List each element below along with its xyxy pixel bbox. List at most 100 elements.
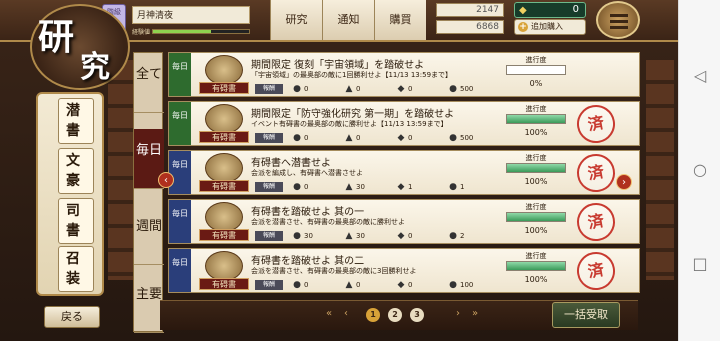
rice-reward-icon: ▲ — [345, 231, 353, 241]
reward-value: 30 — [304, 232, 313, 240]
mission-title: 有碍書へ潜書せよ — [251, 158, 331, 169]
tab-all[interactable]: 全て — [134, 53, 164, 113]
progress-bar — [506, 212, 566, 222]
tab-weekly[interactable]: 週間 — [134, 205, 164, 265]
progress-bar — [506, 114, 566, 124]
reward-value: 0 — [408, 134, 413, 142]
mission-list: 毎日 有碍書 期間限定 復刻「宇宙領域」を踏破せよ 「宇宙領域」の最奥部の敵に1回勝利… — [168, 52, 640, 298]
frequency-badge: 毎日 — [169, 151, 191, 194]
mission-row[interactable]: 毎日 有碍書 期間限定 復刻「宇宙領域」を踏破せよ 「宇宙領域」の最奥部の敵に1回勝利… — [168, 52, 640, 97]
first-page-icon[interactable]: « — [326, 308, 332, 319]
exp-fill — [153, 30, 211, 33]
last-page-icon[interactable]: » — [472, 308, 478, 319]
bookshelf-left — [108, 60, 136, 280]
side-char: 書 — [66, 223, 80, 239]
side-item-sensho[interactable]: 潜 書 — [58, 98, 94, 144]
bookshelf-right — [646, 60, 674, 280]
mission-title: 期間限定 復刻「宇宙領域」を踏破せよ — [251, 60, 425, 71]
reward-label: 報酬 — [255, 133, 283, 143]
nav-purchase[interactable]: 購買 — [374, 0, 426, 40]
ink-reward-icon: ● — [293, 182, 301, 192]
coin-value: 0 — [572, 4, 579, 15]
reward-label: 報酬 — [255, 280, 283, 290]
progress-fill — [507, 115, 565, 123]
collect-all-button[interactable]: 一括受取 — [552, 302, 620, 328]
nav-research[interactable]: 研究 — [270, 0, 322, 40]
progress-percent: 100% — [524, 177, 548, 186]
back-button[interactable]: 戻る — [44, 306, 100, 328]
reward-value: 30 — [356, 183, 365, 191]
progress-label: 進行度 — [525, 154, 547, 162]
side-char: 装 — [66, 271, 80, 287]
side-char: 潜 — [66, 103, 80, 119]
reward-label: 報酬 — [255, 84, 283, 94]
side-item-shisho[interactable]: 司 書 — [58, 198, 94, 244]
book-icon: 有碍書 — [199, 202, 249, 242]
coin-reward-icon: ● — [449, 280, 457, 290]
book-icon: 有碍書 — [199, 104, 249, 144]
mission-description: 会派を潜書させ、有碍書の最奥部の敵に勝利せよ — [251, 218, 405, 226]
side-char: 文 — [66, 153, 80, 169]
system-nav-bar: ◁ ○ □ — [678, 0, 720, 341]
progress-percent: 100% — [524, 128, 548, 137]
add-purchase-button[interactable]: + 追加購入 — [514, 19, 586, 35]
prev-arrow-icon[interactable]: ‹ — [158, 172, 174, 188]
next-page-icon[interactable]: › — [456, 308, 460, 319]
add-purchase-label: 追加購入 — [531, 22, 563, 31]
next-arrow-icon[interactable]: › — [616, 174, 632, 190]
recent-apps-icon[interactable]: □ — [690, 254, 710, 274]
side-char: 書 — [66, 123, 80, 139]
plus-icon: + — [518, 22, 528, 32]
progress-fill — [507, 262, 565, 270]
frequency-badge: 毎日 — [169, 200, 191, 243]
side-menu: 潜 書 文 豪 司 書 召 装 — [36, 92, 104, 296]
home-circle-icon[interactable]: ○ — [690, 160, 710, 180]
pager: « ‹ 1 2 3 › » — [300, 305, 500, 325]
progress-percent: 0% — [529, 79, 543, 88]
rice-reward-icon: ▲ — [345, 84, 353, 94]
gem-reward-icon: ◆ — [397, 280, 405, 290]
progress-label: 進行度 — [525, 56, 547, 64]
hamburger-icon[interactable] — [596, 1, 640, 39]
reward-value: 2 — [460, 232, 465, 240]
mission-row[interactable]: 毎日 有碍書 有碍書へ潜書せよ 会派を編成し、有碍書へ潜書させよ 報酬 ● 0 ▲ 30 ◆ 1 ● 1… — [168, 150, 640, 196]
rice-count: 6868 — [436, 20, 504, 34]
reward-value: 0 — [304, 183, 309, 191]
book-icon: 有碍書 — [199, 153, 249, 193]
reward-value: 0 — [408, 232, 413, 240]
back-triangle-icon[interactable]: ◁ — [690, 66, 710, 86]
reward-value: 0 — [304, 85, 309, 93]
rice-reward-icon: ▲ — [345, 133, 353, 143]
mission-row[interactable]: 毎日 有碍書 有碍書を踏破せよ 其の一 会派を潜書させ、有碍書の最奥部の敵に勝利せよ報… — [168, 199, 640, 245]
book-icon: 有碍書 — [199, 251, 249, 291]
book-label: 有碍書 — [199, 278, 249, 290]
side-item-shoso[interactable]: 召 装 — [58, 246, 94, 292]
reward-value: 0 — [304, 134, 309, 142]
mission-row[interactable]: 毎日 有碍書 期間限定「防守強化研究 第一期」を踏破せよ イベント有碍書の最奥部の敵に… — [168, 101, 640, 147]
frequency-badge: 毎日 — [169, 53, 191, 96]
reward-label: 報酬 — [255, 231, 283, 241]
completed-stamp: 済 — [573, 199, 619, 245]
mission-row[interactable]: 毎日 有碍書 有碍書を踏破せよ 其の二 会派を潜書させ、有碍書の最奥部の敵に3回勝利せ… — [168, 248, 640, 294]
progress-percent: 100% — [524, 275, 548, 284]
title-seal: 研 究 — [30, 4, 130, 90]
mission-title: 有碍書を踏破せよ 其の一 — [251, 207, 365, 218]
prev-page-icon[interactable]: ‹ — [344, 308, 348, 319]
ink-reward-icon: ● — [293, 280, 301, 290]
reward-value: 1 — [460, 183, 465, 191]
page-3[interactable]: 3 — [410, 308, 424, 322]
reward-value: 500 — [460, 134, 474, 142]
progress-fill — [507, 213, 565, 221]
app-root: 階級 11 月神清夜 経験値 研究 通知 購買 ● 2147 ▲ 6868 ◆ … — [0, 0, 720, 341]
page-2[interactable]: 2 — [388, 308, 402, 322]
page-1[interactable]: 1 — [366, 308, 380, 322]
reward-value: 0 — [356, 134, 361, 142]
nav-notice[interactable]: 通知 — [322, 0, 374, 40]
side-item-bungo[interactable]: 文 豪 — [58, 148, 94, 194]
rice-reward-icon: ▲ — [345, 280, 353, 290]
frequency-badge: 毎日 — [169, 102, 191, 145]
ink-reward-icon: ● — [293, 231, 301, 241]
ink-reward-icon: ● — [293, 133, 301, 143]
exp-bar: 経験値 — [132, 28, 250, 36]
gem-reward-icon: ◆ — [397, 84, 405, 94]
